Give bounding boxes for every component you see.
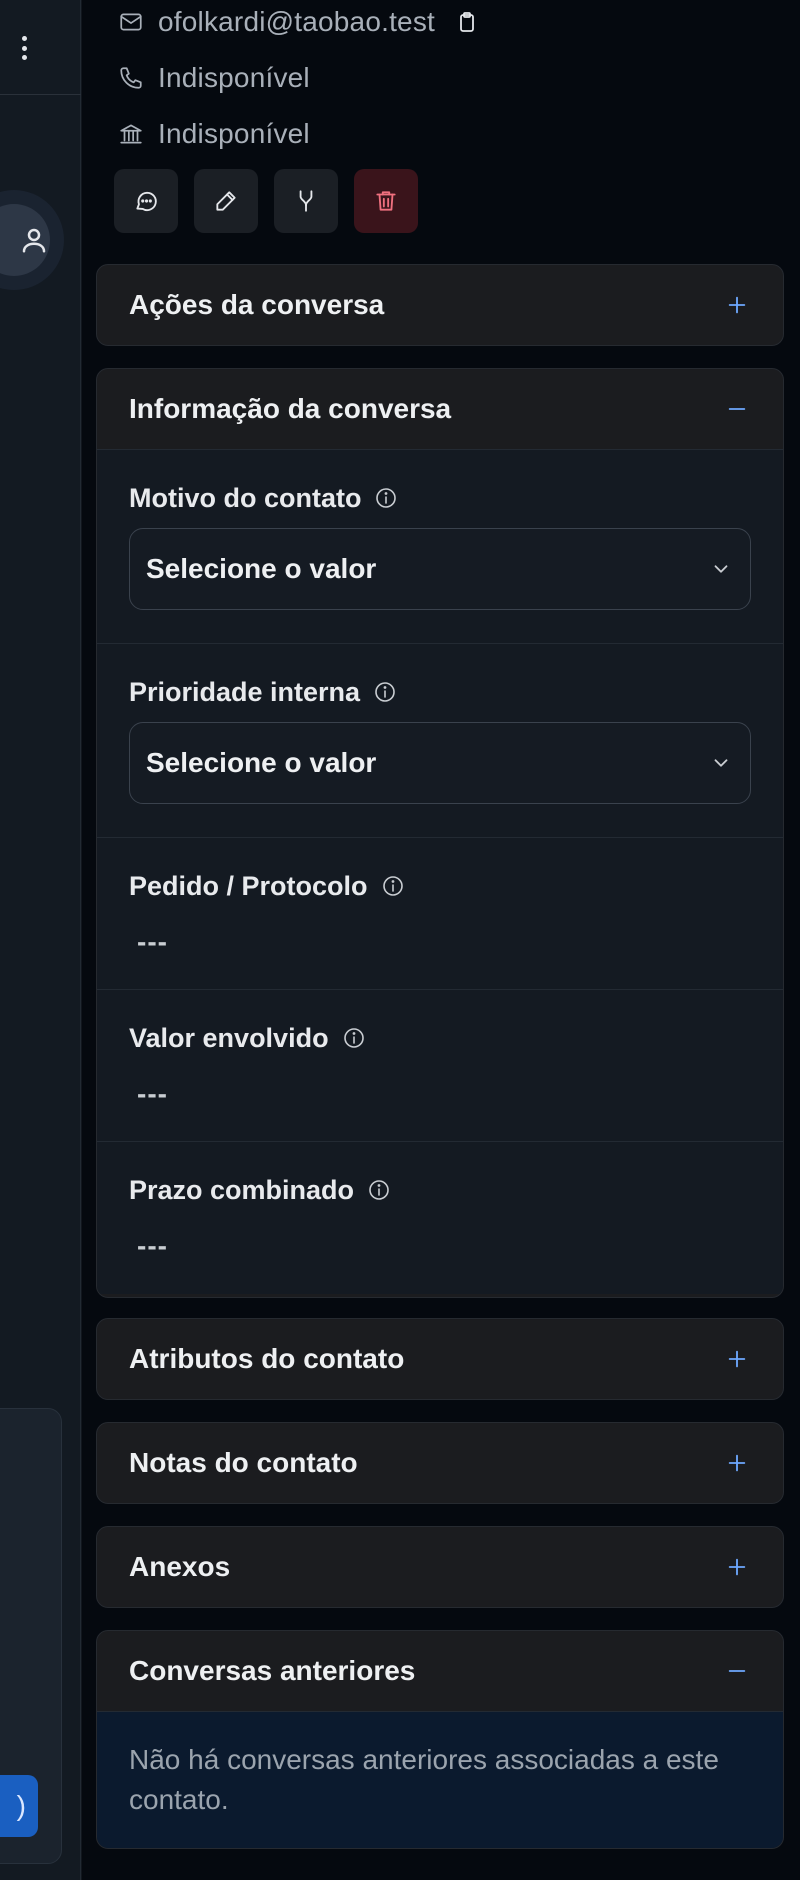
plus-icon[interactable] xyxy=(723,1553,751,1581)
merge-contact-button[interactable] xyxy=(274,169,338,233)
field-label: Motivo do contato xyxy=(129,482,362,513)
field-contact-reason: Motivo do contato Selecione o valor xyxy=(97,450,783,644)
new-message-button[interactable] xyxy=(114,169,178,233)
section-conversation-info-header[interactable]: Informação da conversa xyxy=(97,369,783,449)
left-button-label: ) xyxy=(16,1790,26,1821)
minus-icon[interactable] xyxy=(723,1657,751,1685)
chat-icon xyxy=(136,191,157,212)
contact-phone: Indisponível xyxy=(158,62,310,93)
section-contact-attributes-header[interactable]: Atributos do contato xyxy=(97,1319,783,1399)
select-value: Selecione o valor xyxy=(146,553,377,584)
field-value[interactable]: --- xyxy=(129,1072,751,1116)
info-icon[interactable] xyxy=(341,1025,367,1051)
plus-icon[interactable] xyxy=(723,1449,751,1477)
section-conversation-actions-header[interactable]: Ações da conversa xyxy=(97,265,783,345)
info-icon[interactable] xyxy=(366,1177,392,1203)
info-icon[interactable] xyxy=(373,485,399,511)
field-agreed-deadline: Prazo combinado --- xyxy=(97,1142,783,1294)
left-header xyxy=(0,0,81,95)
left-column: ) xyxy=(0,0,81,1880)
section-previous-conversations-header[interactable]: Conversas anteriores xyxy=(97,1631,783,1711)
section-contact-notes: Notas do contato xyxy=(96,1422,784,1504)
contact-email-row: ofolkardi@taobao.test xyxy=(116,2,481,42)
contact-reason-select[interactable]: Selecione o valor xyxy=(129,528,751,610)
section-previous-conversations: Conversas anteriores Não há conversas an… xyxy=(96,1630,784,1849)
edit-contact-button[interactable] xyxy=(194,169,258,233)
field-label: Pedido / Protocolo xyxy=(129,870,368,901)
contact-email[interactable]: ofolkardi@taobao.test xyxy=(158,6,435,38)
mail-icon xyxy=(116,7,146,37)
delete-contact-button[interactable] xyxy=(354,169,418,233)
section-title: Anexos xyxy=(129,1551,231,1582)
field-label: Valor envolvido xyxy=(129,1022,329,1053)
field-internal-priority: Prioridade interna Selecione o valor xyxy=(97,644,783,838)
copy-icon[interactable] xyxy=(453,8,481,36)
section-conversation-actions: Ações da conversa xyxy=(96,264,784,346)
contact-actions xyxy=(114,169,418,233)
empty-state-text: Não há conversas anteriores associadas a… xyxy=(129,1744,719,1815)
section-conversation-info: Informação da conversa Motivo do contato… xyxy=(96,368,784,1298)
contact-company: Indisponível xyxy=(158,118,310,149)
conversation-info-body: Motivo do contato Selecione o valor Prio… xyxy=(97,449,783,1294)
plus-icon[interactable] xyxy=(723,1345,751,1373)
field-order-protocol: Pedido / Protocolo --- xyxy=(97,838,783,990)
section-title: Atributos do contato xyxy=(129,1343,405,1374)
section-title: Ações da conversa xyxy=(129,289,385,320)
field-label: Prioridade interna xyxy=(129,676,361,707)
info-icon[interactable] xyxy=(372,679,398,705)
internal-priority-select[interactable]: Selecione o valor xyxy=(129,722,751,804)
user-icon xyxy=(22,228,46,253)
previous-conversations-body: Não há conversas anteriores associadas a… xyxy=(97,1711,783,1848)
contact-phone-row: Indisponível xyxy=(116,58,310,98)
minus-icon[interactable] xyxy=(723,395,751,423)
section-title: Conversas anteriores xyxy=(129,1655,416,1686)
left-primary-button[interactable]: ) xyxy=(0,1775,38,1837)
phone-icon xyxy=(116,63,146,93)
section-contact-attributes: Atributos do contato xyxy=(96,1318,784,1400)
contact-company-row: Indisponível xyxy=(116,114,310,154)
more-options-icon[interactable] xyxy=(14,32,34,64)
chevron-down-icon xyxy=(714,759,728,767)
bank-icon xyxy=(116,119,146,149)
trash-icon xyxy=(376,191,396,211)
field-label: Prazo combinado xyxy=(129,1174,355,1205)
section-attachments-header[interactable]: Anexos xyxy=(97,1527,783,1607)
merge-icon xyxy=(299,190,313,212)
section-contact-notes-header[interactable]: Notas do contato xyxy=(97,1423,783,1503)
pencil-icon xyxy=(216,191,236,211)
select-value: Selecione o valor xyxy=(146,747,377,778)
contact-sidebar: ofolkardi@taobao.test Indisponível Indis… xyxy=(82,0,800,1880)
field-value[interactable]: --- xyxy=(129,1224,751,1268)
section-attachments: Anexos xyxy=(96,1526,784,1608)
section-title: Informação da conversa xyxy=(129,393,452,424)
plus-icon[interactable] xyxy=(723,291,751,319)
field-amount-involved: Valor envolvido --- xyxy=(97,990,783,1142)
chevron-down-icon xyxy=(714,565,728,573)
section-title: Notas do contato xyxy=(129,1447,358,1478)
info-icon[interactable] xyxy=(380,873,406,899)
field-value[interactable]: --- xyxy=(129,920,751,964)
